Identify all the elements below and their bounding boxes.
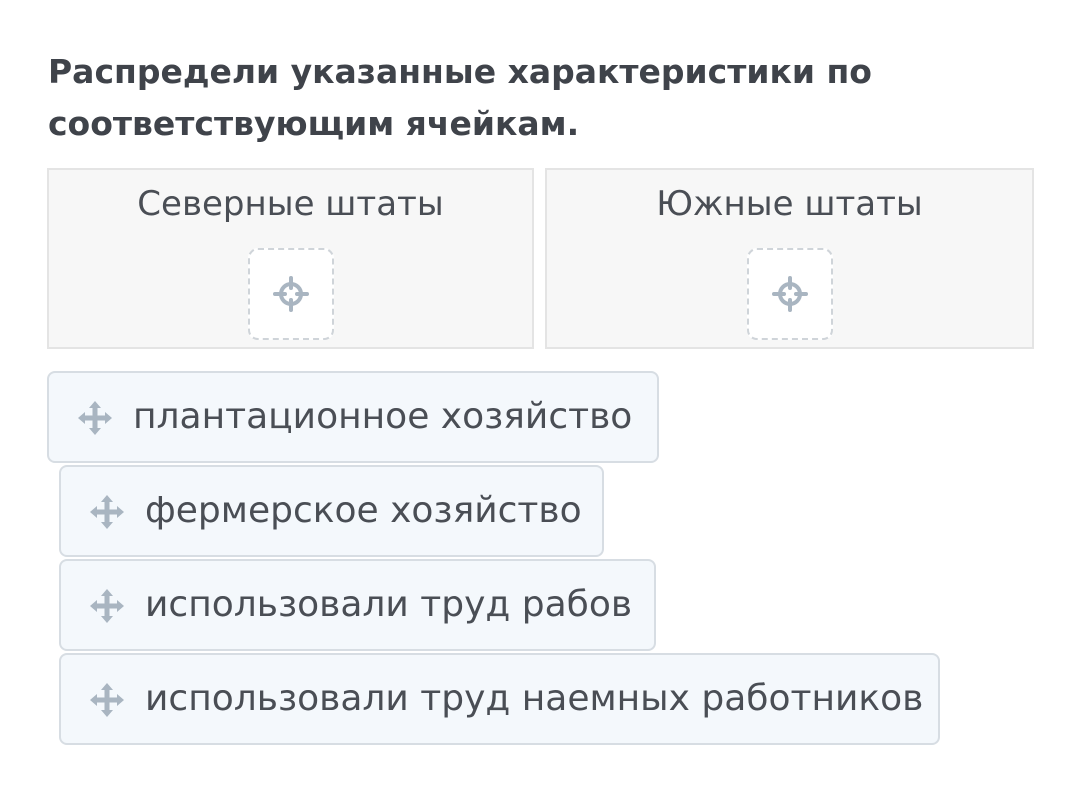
dropzone-title: Северные штаты xyxy=(137,184,444,224)
draggable-card[interactable]: плантационное хозяйство xyxy=(47,371,659,463)
target-crosshair-icon xyxy=(272,276,309,312)
dropzone-south[interactable]: Южные штаты xyxy=(545,168,1034,349)
drop-slot[interactable] xyxy=(746,248,833,340)
draggable-card[interactable]: использовали труд наемных работников xyxy=(59,653,940,745)
card-label: использовали труд рабов xyxy=(145,584,633,625)
draggable-card[interactable]: использовали труд рабов xyxy=(59,559,656,651)
card-label: плантационное хозяйство xyxy=(133,396,633,437)
card-label: использовали труд наемных работников xyxy=(145,678,924,719)
target-crosshair-icon xyxy=(771,276,808,312)
drop-slot[interactable] xyxy=(247,248,334,340)
question-text: Распредели указанные характеристики по с… xyxy=(48,52,872,143)
move-arrows-icon xyxy=(90,495,124,529)
move-arrows-icon xyxy=(90,683,124,717)
move-arrows-icon xyxy=(78,401,112,435)
dropzone-title: Южные штаты xyxy=(656,184,923,224)
task-page: Распредели указанные характеристики по с… xyxy=(0,0,1071,795)
draggable-card[interactable]: фермерское хозяйство xyxy=(59,465,604,557)
dropzone-north[interactable]: Северные штаты xyxy=(47,168,534,349)
card-label: фермерское хозяйство xyxy=(145,490,582,531)
move-arrows-icon xyxy=(90,589,124,623)
